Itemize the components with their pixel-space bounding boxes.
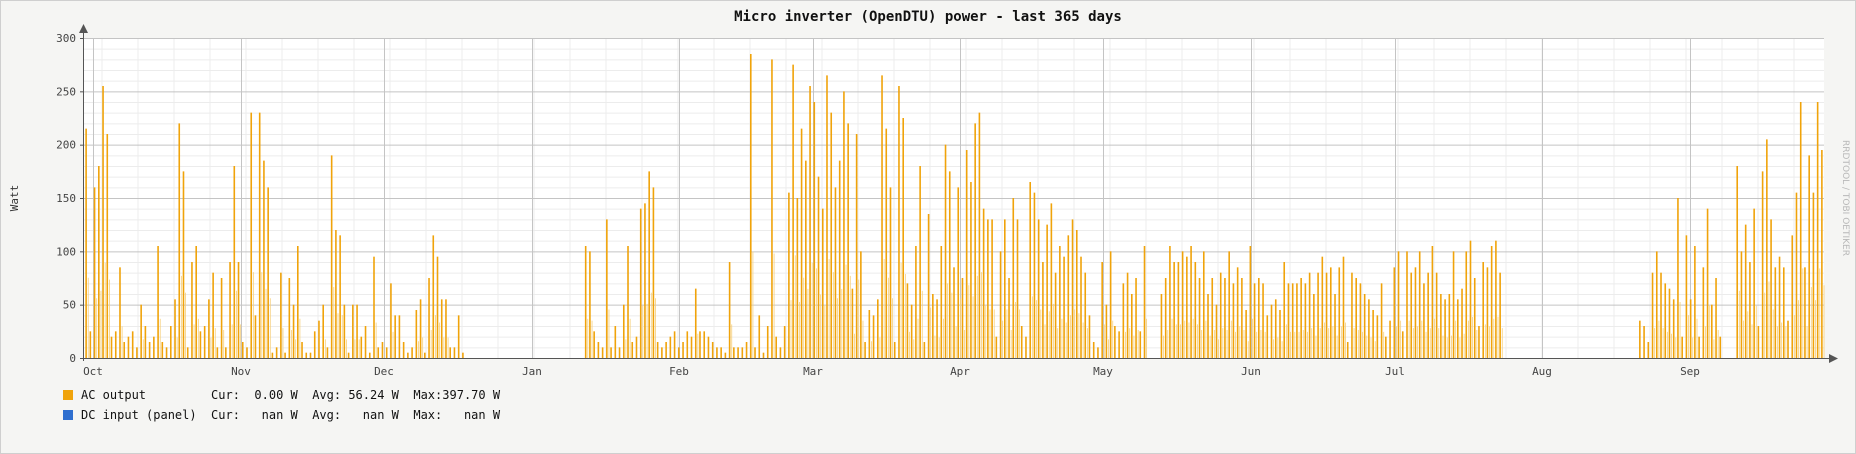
legend-max-value: 397.70 W <box>442 388 501 402</box>
chart-title: Micro inverter (OpenDTU) power - last 36… <box>734 9 1122 25</box>
y-tick-label: 300 <box>56 32 76 45</box>
x-tick-label: Apr <box>950 365 970 378</box>
x-tick-label: May <box>1093 365 1113 378</box>
legend-series-name: AC output <box>81 388 197 402</box>
y-tick-label: 150 <box>56 192 76 205</box>
legend-avg-label: Avg: <box>312 408 342 422</box>
ac-output-swatch <box>63 390 73 400</box>
legend-cur-value: 0.00 W <box>239 388 298 402</box>
x-tick-label: Jul <box>1385 365 1405 378</box>
x-tick-label: Mar <box>803 365 823 378</box>
x-tick-label: Jun <box>1241 365 1261 378</box>
legend-avg-value: nan W <box>341 408 399 422</box>
x-tick-label: Sep <box>1680 365 1700 378</box>
legend-row-dc-input: DC input (panel) Cur: nan W Avg: nan W M… <box>63 408 500 422</box>
legend-cur-label: Cur: <box>211 388 240 402</box>
dc-input-swatch <box>63 410 73 420</box>
y-axis-label: Watt <box>8 185 21 212</box>
x-tick-label: Aug <box>1532 365 1552 378</box>
legend-cur-label: Cur: <box>211 408 240 422</box>
legend-avg-value: 56.24 W <box>341 388 399 402</box>
chart-svg: Micro inverter (OpenDTU) power - last 36… <box>8 9 1850 378</box>
y-tick-label: 250 <box>56 85 76 98</box>
x-axis-arrow <box>1829 354 1838 363</box>
rrdtool-watermark: RRDTOOL / TOBI OETIKER <box>1840 140 1850 256</box>
legend-max-value: nan W <box>442 408 501 422</box>
legend-cur-value: nan W <box>239 408 298 422</box>
legend-max-label: Max: <box>413 388 443 402</box>
x-tick-label: Dec <box>374 365 394 378</box>
legend-series-name: DC input (panel) <box>81 408 197 422</box>
y-tick-label: 100 <box>56 245 76 258</box>
y-tick-label: 0 <box>69 352 76 365</box>
x-tick-label: Jan <box>522 365 542 378</box>
legend-row-ac-output: AC output Cur: 0.00 W Avg: 56.24 W Max:3… <box>63 388 500 402</box>
legend-max-label: Max: <box>413 408 443 422</box>
y-axis-arrow <box>79 24 88 33</box>
x-tick-label: Oct <box>83 365 103 378</box>
x-tick-label: Feb <box>669 365 689 378</box>
y-tick-label: 50 <box>63 299 76 312</box>
y-tick-label: 200 <box>56 139 76 152</box>
x-tick-label: Nov <box>231 365 251 378</box>
legend-avg-label: Avg: <box>312 388 342 402</box>
